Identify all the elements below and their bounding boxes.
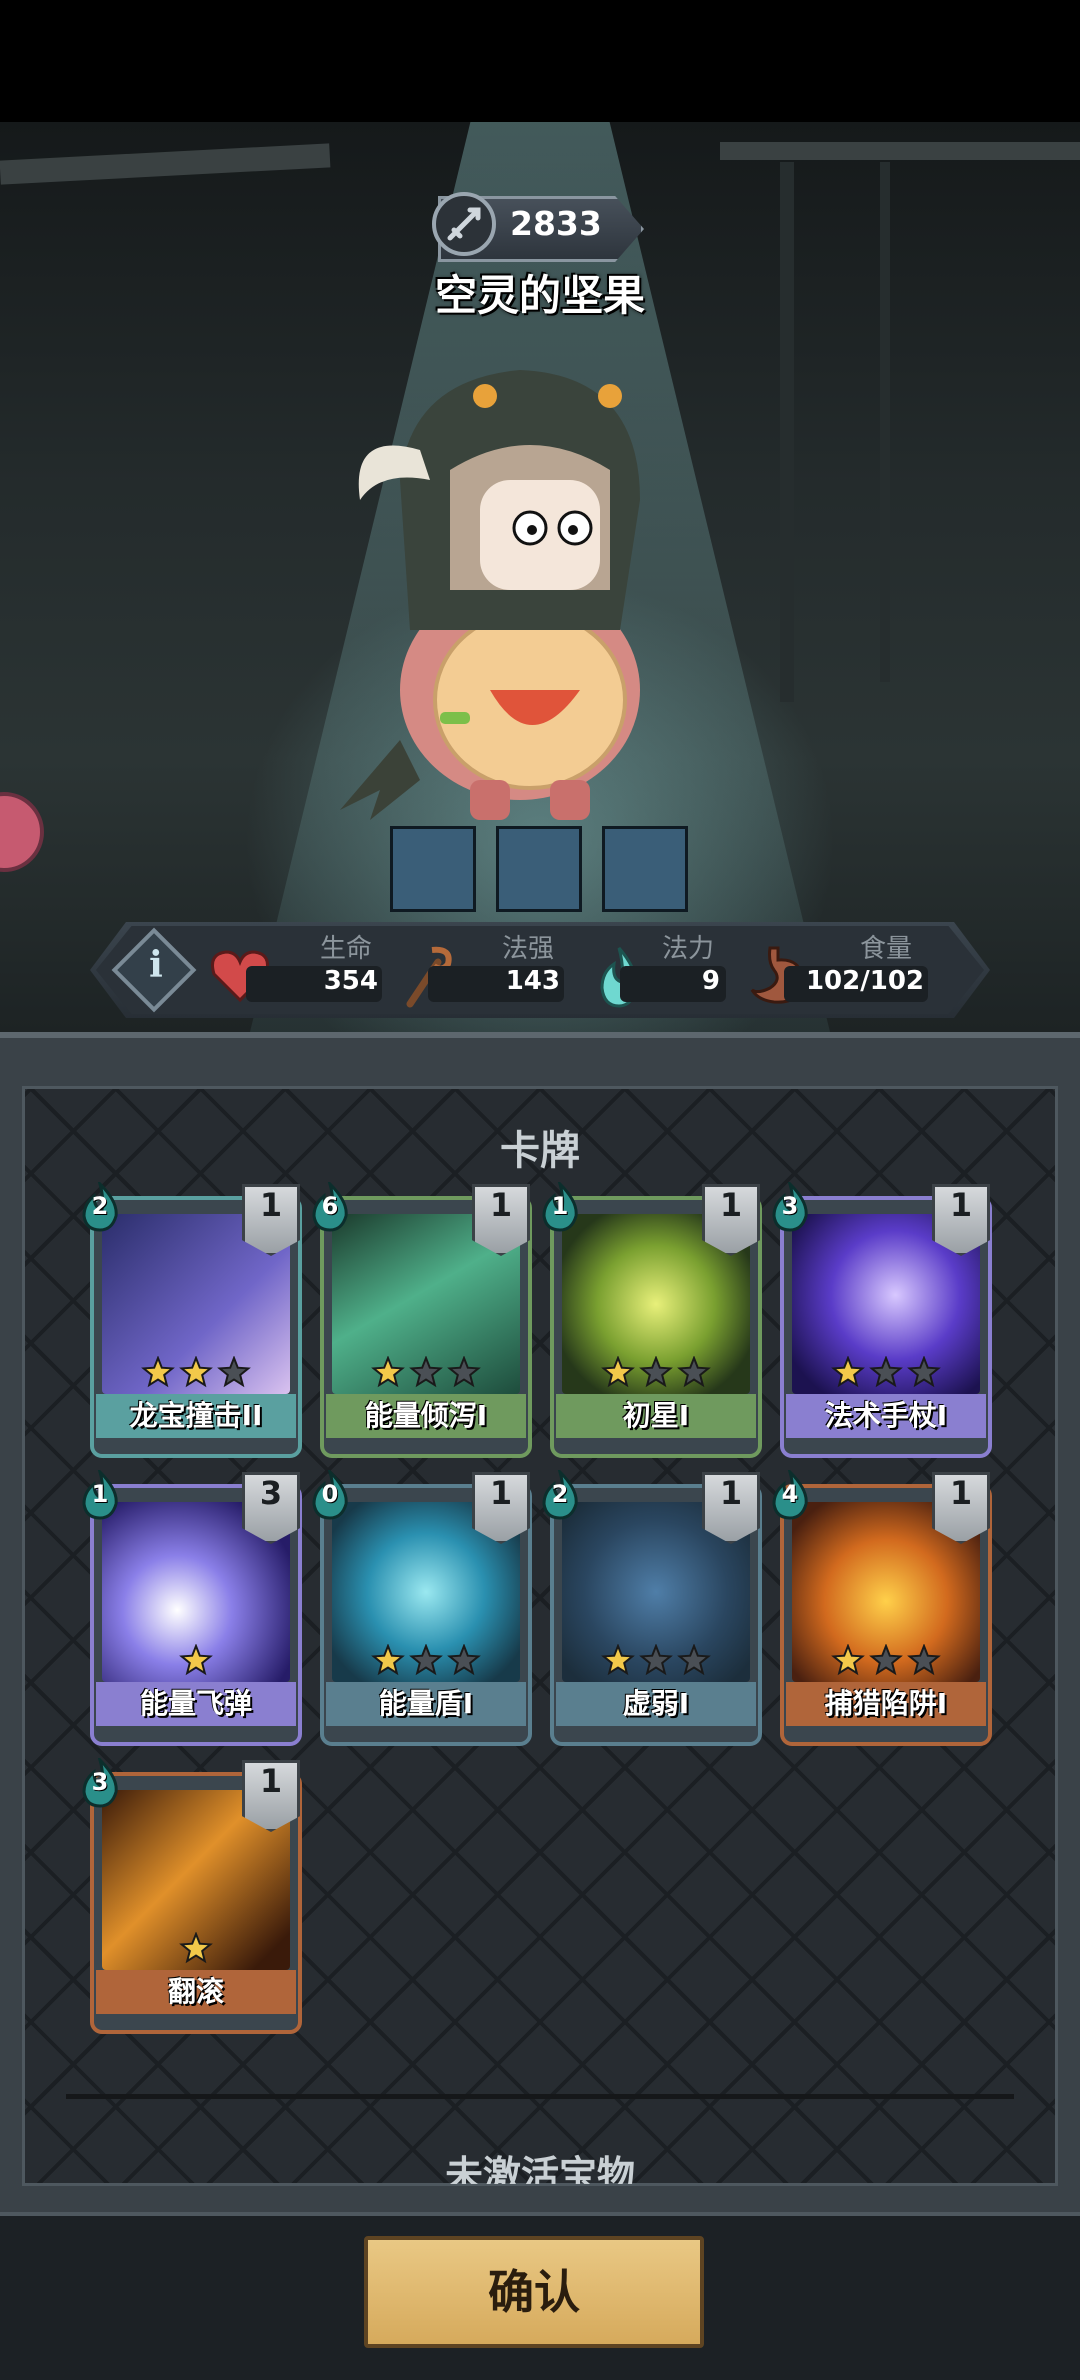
card-cost: 0 — [321, 1480, 339, 1508]
card-stars — [179, 1644, 213, 1676]
star-filled-icon — [371, 1644, 405, 1676]
card-stars — [601, 1644, 711, 1676]
wall-pipe — [0, 143, 331, 185]
sword-emblem-icon — [432, 192, 496, 256]
star-empty-icon — [869, 1356, 903, 1388]
star-filled-icon — [831, 1356, 865, 1388]
card-name: 法术手杖I — [786, 1394, 986, 1438]
section-divider — [66, 2094, 1014, 2099]
skill-icon-2[interactable] — [496, 826, 582, 912]
star-empty-icon — [907, 1644, 941, 1676]
card-level: 1 — [949, 1474, 973, 1512]
skill-icon-3[interactable] — [602, 826, 688, 912]
card-stars — [831, 1356, 941, 1388]
star-empty-icon — [907, 1356, 941, 1388]
info-icon: i — [149, 944, 163, 986]
star-filled-icon — [179, 1932, 213, 1964]
card-item[interactable]: 能量飞弹 3 1 — [82, 1470, 302, 1746]
card-cost: 4 — [781, 1480, 799, 1508]
card-cost: 2 — [551, 1480, 569, 1508]
card-cost: 3 — [781, 1192, 799, 1220]
card-stars — [141, 1356, 251, 1388]
star-filled-icon — [141, 1356, 175, 1388]
card-level: 1 — [949, 1186, 973, 1224]
card-item[interactable]: 法术手杖I 1 3 — [772, 1182, 992, 1458]
card-stars — [831, 1644, 941, 1676]
score-value: 2833 — [510, 204, 602, 243]
star-filled-icon — [179, 1644, 213, 1676]
food-label: 食量 — [860, 934, 913, 964]
card-cost: 6 — [321, 1192, 339, 1220]
character-dino-costume-girl — [340, 370, 640, 820]
panel-edge — [0, 1032, 1080, 1038]
card-item[interactable]: 翻滚 1 3 — [82, 1758, 302, 2034]
health-label: 生命 — [320, 934, 373, 964]
star-empty-icon — [409, 1356, 443, 1388]
card-level: 1 — [489, 1186, 513, 1224]
card-cost: 1 — [551, 1192, 569, 1220]
card-name: 龙宝撞击II — [96, 1394, 296, 1438]
star-empty-icon — [639, 1356, 673, 1388]
card-stars — [371, 1356, 481, 1388]
star-empty-icon — [677, 1356, 711, 1388]
food-value: 102/102 — [805, 966, 924, 996]
card-level: 1 — [719, 1186, 743, 1224]
card-cost: 3 — [91, 1768, 109, 1796]
star-filled-icon — [601, 1644, 635, 1676]
card-item[interactable]: 捕猎陷阱I 1 4 — [772, 1470, 992, 1746]
confirm-button[interactable]: 确认 — [364, 2236, 704, 2348]
card-name: 能量盾I — [326, 1682, 526, 1726]
star-empty-icon — [409, 1644, 443, 1676]
card-level: 1 — [259, 1186, 283, 1224]
spell-power-label: 法强 — [502, 934, 555, 964]
card-name: 虚弱I — [556, 1682, 756, 1726]
star-filled-icon — [831, 1644, 865, 1676]
mana-value: 9 — [701, 966, 720, 996]
card-stars — [601, 1356, 711, 1388]
card-item[interactable]: 龙宝撞击II 1 2 — [82, 1182, 302, 1458]
card-item[interactable]: 能量盾I 1 0 — [312, 1470, 532, 1746]
spell-power-value: 143 — [505, 966, 560, 996]
cards-section-title: 卡牌 — [500, 1128, 580, 1174]
wall-column — [780, 162, 794, 702]
star-empty-icon — [447, 1356, 481, 1388]
mana-label: 法力 — [662, 934, 715, 964]
card-item[interactable]: 初星I 1 1 — [542, 1182, 762, 1458]
wall-column — [880, 162, 890, 682]
star-empty-icon — [217, 1356, 251, 1388]
card-name: 翻滚 — [96, 1970, 296, 2014]
card-cost: 2 — [91, 1192, 109, 1220]
inactive-treasures-title: 未激活宝物 — [444, 2153, 635, 2184]
card-level: 1 — [259, 1762, 283, 1800]
card-name: 初星I — [556, 1394, 756, 1438]
wall-pipe — [720, 142, 1080, 160]
card-stars — [179, 1932, 213, 1964]
card-level: 3 — [259, 1474, 283, 1512]
health-value: 354 — [323, 966, 378, 996]
star-empty-icon — [677, 1644, 711, 1676]
star-filled-icon — [179, 1356, 213, 1388]
character-name: 空灵的坚果 — [434, 271, 645, 320]
card-item[interactable]: 虚弱I 1 2 — [542, 1470, 762, 1746]
card-stars — [371, 1644, 481, 1676]
card-level: 1 — [489, 1474, 513, 1512]
card-level: 1 — [719, 1474, 743, 1512]
star-filled-icon — [371, 1356, 405, 1388]
star-empty-icon — [447, 1644, 481, 1676]
card-name: 能量飞弹 — [96, 1682, 296, 1726]
card-cost: 1 — [91, 1480, 109, 1508]
star-empty-icon — [639, 1644, 673, 1676]
skill-icon-1[interactable] — [390, 826, 476, 912]
card-name: 捕猎陷阱I — [786, 1682, 986, 1726]
card-name: 能量倾泻I — [326, 1394, 526, 1438]
star-empty-icon — [869, 1644, 903, 1676]
star-filled-icon — [601, 1356, 635, 1388]
card-item[interactable]: 能量倾泻I 1 6 — [312, 1182, 532, 1458]
